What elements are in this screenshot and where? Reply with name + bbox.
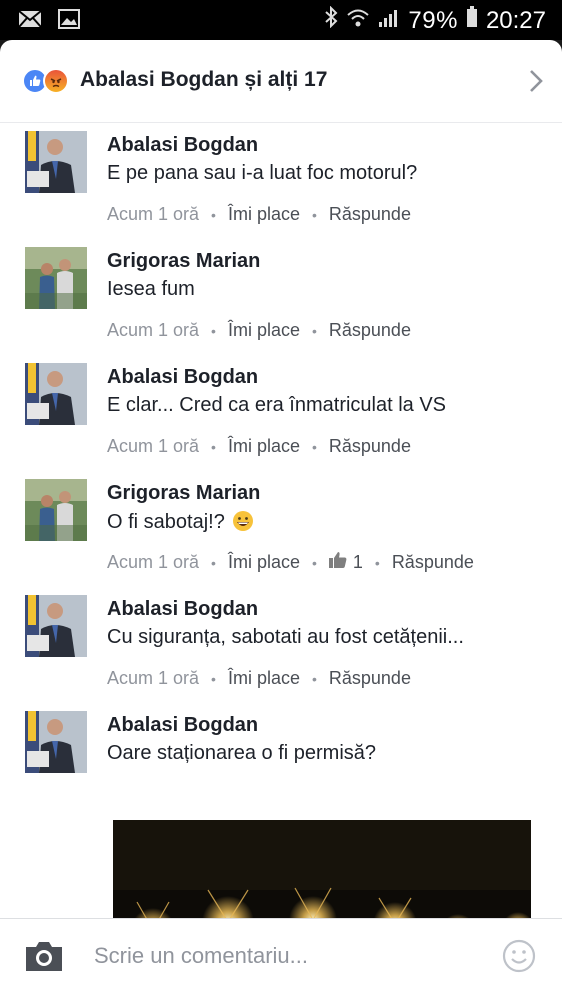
reactions-header[interactable]: Abalasi Bogdan și alți 17 <box>0 40 562 123</box>
signal-icon <box>378 7 400 35</box>
like-link[interactable]: Îmi place <box>228 552 300 573</box>
reply-link[interactable]: Răspunde <box>329 436 411 457</box>
comment-item: Grigoras Marian Iesea fum Acum 1 oră • Î… <box>0 244 562 360</box>
angry-reaction-icon <box>43 68 69 94</box>
status-bar: 79% 20:27 <box>0 0 562 40</box>
comment-text: Cu siguranța, sabotati au fost cetățenii… <box>107 626 464 648</box>
comment-time: Acum 1 oră <box>107 668 200 688</box>
avatar[interactable] <box>25 711 87 773</box>
comment-meta: Acum 1 oră • Îmi place • 1 • Răspunde <box>107 552 474 573</box>
separator-dot: • <box>211 322 216 339</box>
comment-time: Acum 1 oră <box>107 320 200 340</box>
bluetooth-icon <box>324 5 338 35</box>
comment-meta: Acum 1 oră • Îmi place • Răspunde <box>107 668 411 689</box>
separator-dot: • <box>311 206 317 223</box>
comment-time: Acum 1 oră <box>107 436 200 456</box>
comment-time: Acum 1 oră <box>107 552 200 572</box>
reply-link[interactable]: Răspunde <box>329 320 411 341</box>
mail-icon <box>18 9 42 34</box>
comment-author[interactable]: Abalasi Bogdan <box>107 134 258 157</box>
clock: 20:27 <box>485 6 546 34</box>
comment-meta: Acum 1 oră • Îmi place • Răspunde <box>107 320 411 341</box>
comment-item: Abalasi Bogdan E clar... Cred ca era înm… <box>0 360 562 476</box>
gallery-icon <box>58 9 80 34</box>
like-count[interactable]: 1 <box>328 552 363 573</box>
chevron-right-icon[interactable] <box>528 68 544 99</box>
separator-dot: • <box>311 438 317 455</box>
like-link[interactable]: Îmi place <box>228 320 300 341</box>
like-link[interactable]: Îmi place <box>228 668 300 689</box>
comment-input[interactable]: Scrie un comentariu... <box>94 943 308 969</box>
battery-icon <box>466 6 478 35</box>
separator-dot: • <box>211 206 216 223</box>
comments-list: Abalasi Bogdan E pe pana sau i-a luat fo… <box>0 128 562 824</box>
thumbs-up-icon <box>328 552 347 573</box>
like-count-value: 1 <box>352 552 363 572</box>
avatar[interactable] <box>25 247 87 309</box>
battery-percent: 79% <box>408 6 458 34</box>
comment-text: E pe pana sau i-a luat foc motorul? <box>107 162 418 184</box>
comment-time: Acum 1 oră <box>107 204 200 224</box>
avatar[interactable] <box>25 363 87 425</box>
comment-item: Grigoras Marian O fi sabotaj!? Acum 1 or… <box>0 476 562 592</box>
emoji-icon[interactable] <box>502 939 536 978</box>
reply-link[interactable]: Răspunde <box>329 668 411 689</box>
comment-text: O fi sabotaj!? <box>107 511 225 533</box>
comment-composer: Scrie un comentariu... <box>0 918 562 1000</box>
reply-link[interactable]: Răspunde <box>329 204 411 225</box>
separator-dot: • <box>311 554 317 571</box>
separator-dot: • <box>211 438 216 455</box>
comment-text: Oare staționarea o fi permisă? <box>107 742 377 764</box>
separator-dot: • <box>374 554 380 571</box>
comment-item: Abalasi Bogdan Oare staționarea o fi per… <box>0 708 562 824</box>
comments-sheet: Abalasi Bogdan și alți 17 Abalasi Bogdan… <box>0 40 562 1000</box>
separator-dot: • <box>211 670 216 687</box>
comment-meta: Acum 1 oră • Îmi place • Răspunde <box>107 436 411 457</box>
comment-author[interactable]: Abalasi Bogdan <box>107 366 258 389</box>
comment-item: Abalasi Bogdan Cu siguranța, sabotati au… <box>0 592 562 708</box>
comment-author[interactable]: Abalasi Bogdan <box>107 598 258 621</box>
like-link[interactable]: Îmi place <box>228 436 300 457</box>
comment-meta: Acum 1 oră • Îmi place • Răspunde <box>107 204 411 225</box>
avatar[interactable] <box>25 131 87 193</box>
like-link[interactable]: Îmi place <box>228 204 300 225</box>
comment-item: Abalasi Bogdan E pe pana sau i-a luat fo… <box>0 128 562 244</box>
reaction-icons <box>22 68 78 96</box>
wifi-icon <box>346 7 370 35</box>
avatar[interactable] <box>25 595 87 657</box>
separator-dot: • <box>311 670 317 687</box>
comment-text: Iesea fum <box>107 278 195 300</box>
avatar[interactable] <box>25 479 87 541</box>
comment-text: E clar... Cred ca era înmatriculat la VS <box>107 394 447 416</box>
comment-author[interactable]: Grigoras Marian <box>107 250 260 273</box>
reactors-summary[interactable]: Abalasi Bogdan și alți 17 <box>80 68 327 92</box>
reply-link[interactable]: Răspunde <box>392 552 474 573</box>
comment-author[interactable]: Abalasi Bogdan <box>107 714 258 737</box>
grinning-emoji-icon <box>232 510 254 538</box>
comment-author[interactable]: Grigoras Marian <box>107 482 260 505</box>
separator-dot: • <box>311 322 317 339</box>
camera-icon[interactable] <box>24 939 64 978</box>
comment-text-wrapper: O fi sabotaj!? <box>107 510 254 538</box>
separator-dot: • <box>211 554 216 571</box>
